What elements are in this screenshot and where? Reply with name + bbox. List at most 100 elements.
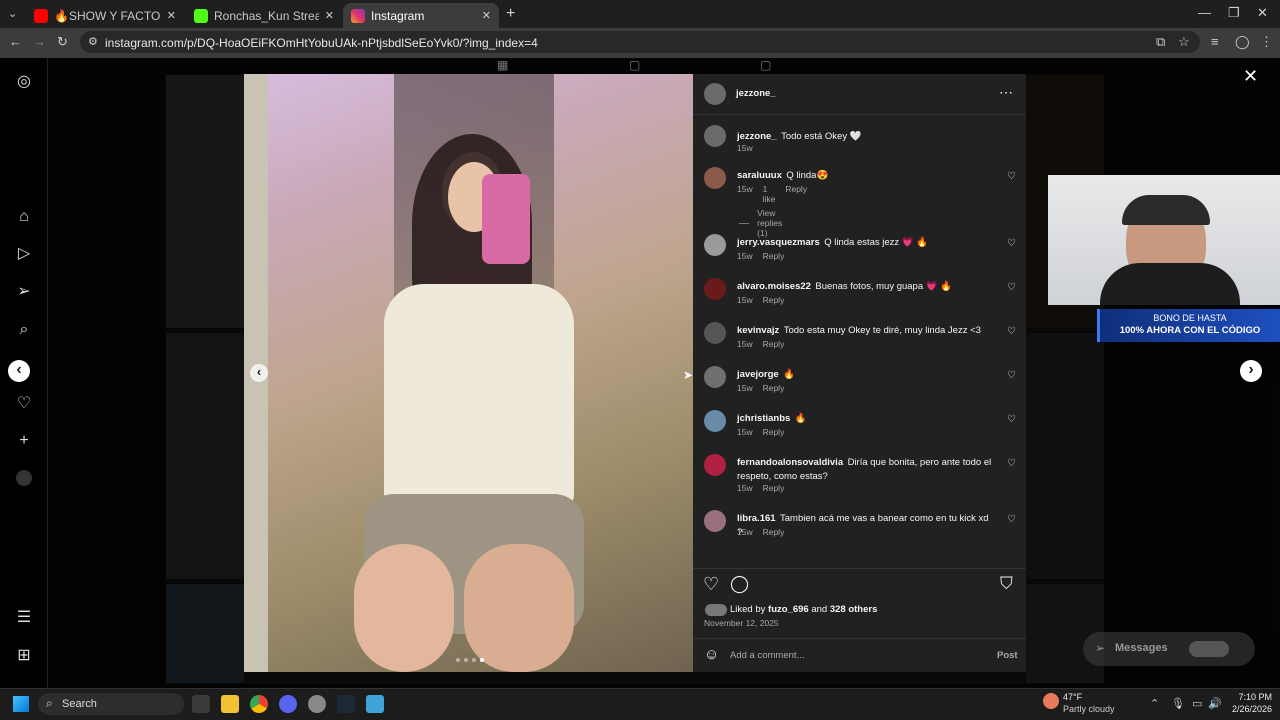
volume-icon[interactable]: 🔊 [1208, 697, 1222, 710]
next-post-button[interactable]: › [1240, 360, 1262, 382]
clock-time[interactable]: 7:10 PM [1226, 692, 1272, 702]
comment-avatar[interactable] [704, 234, 726, 256]
steam-icon[interactable] [337, 695, 355, 713]
more-menu-icon[interactable]: ☰ [14, 608, 34, 628]
author-avatar[interactable] [704, 83, 726, 105]
search-icon[interactable]: ⌕ [14, 320, 34, 340]
task-view-icon[interactable] [192, 695, 210, 713]
post-image[interactable]: ‹ [244, 74, 693, 672]
comment-icon[interactable]: ◯ [730, 574, 749, 594]
site-info-icon[interactable]: ⚙ [88, 35, 98, 48]
instagram-logo-icon[interactable]: ◎ [14, 72, 34, 92]
reload-icon[interactable]: ↻ [57, 34, 68, 50]
view-replies-button[interactable]: View replies (1) [739, 208, 790, 238]
tab-search-icon[interactable]: ⌄ [8, 7, 17, 20]
clock-date[interactable]: 2/26/2026 [1222, 704, 1272, 714]
reply-button[interactable]: Reply [763, 339, 785, 349]
minimize-icon[interactable]: — [1198, 5, 1211, 20]
reply-button[interactable]: Reply [763, 251, 785, 261]
reels-icon[interactable]: ▷ [14, 244, 34, 264]
avatar[interactable] [16, 470, 32, 486]
maximize-icon[interactable]: ❐ [1228, 5, 1240, 21]
start-icon[interactable] [13, 696, 29, 712]
bookmark-star-icon[interactable]: ☆ [1178, 34, 1190, 50]
tab-instagram[interactable]: Instagram ✕ [343, 3, 499, 28]
save-bookmark-icon[interactable]: ⛉ [1000, 574, 1013, 594]
likes-summary[interactable]: Liked by fuzo_696 and 328 others [730, 604, 877, 615]
media-controls-icon[interactable]: ≡ [1211, 34, 1219, 49]
notepad-icon[interactable] [366, 695, 384, 713]
post-button[interactable]: Post [997, 650, 1018, 661]
reply-button[interactable]: Reply [763, 295, 785, 305]
comment-username[interactable]: fernandoalonsovaldivia [737, 457, 843, 468]
comment-username[interactable]: jerry.vasquezmars [737, 237, 820, 248]
close-tab-icon[interactable]: ✕ [325, 9, 334, 22]
tray-chevron-icon[interactable]: ⌃ [1150, 697, 1159, 710]
comment-avatar[interactable] [704, 167, 726, 189]
comment-input[interactable]: Add a comment... [730, 650, 804, 661]
direct-icon[interactable]: ➢ [14, 282, 34, 302]
reply-button[interactable]: Reply [763, 427, 785, 437]
messages-button[interactable]: ➢ Messages [1083, 632, 1255, 666]
forward-icon[interactable]: → [33, 34, 46, 49]
previous-post-button[interactable]: ‹ [8, 360, 30, 382]
comment-username[interactable]: jchristianbs [737, 413, 790, 424]
menu-icon[interactable]: ⋮ [1260, 34, 1273, 50]
comment-like-heart-icon[interactable]: ♡ [1007, 514, 1016, 525]
weather-icon[interactable] [1043, 693, 1059, 709]
liked-by-others[interactable]: 328 others [830, 604, 878, 615]
meta-apps-icon[interactable]: ⊞ [14, 646, 34, 666]
comment-like-heart-icon[interactable]: ♡ [1007, 326, 1016, 337]
liked-by-user[interactable]: fuzo_696 [768, 604, 809, 615]
close-modal-icon[interactable]: ✕ [1243, 66, 1258, 87]
caption-username[interactable]: jezzone_ [737, 131, 777, 142]
comment-username[interactable]: kevinvajz [737, 325, 779, 336]
chrome-icon[interactable] [250, 695, 268, 713]
tab-kick[interactable]: Ronchas_Kun Stream - Watch L ✕ [186, 3, 342, 28]
comment-username[interactable]: libra.161 [737, 513, 776, 524]
comment-avatar[interactable] [704, 278, 726, 300]
caption-avatar[interactable] [704, 125, 726, 147]
reply-button[interactable]: Reply [763, 483, 785, 493]
comment-likes[interactable]: 1 like [763, 184, 776, 204]
comment-avatar[interactable] [704, 410, 726, 432]
comment-like-heart-icon[interactable]: ♡ [1007, 171, 1016, 182]
install-app-icon[interactable]: ⧉ [1156, 34, 1165, 50]
more-options-icon[interactable]: ⋯ [999, 84, 1013, 101]
create-icon[interactable]: + [14, 431, 34, 451]
reply-button[interactable]: Reply [763, 383, 785, 393]
network-icon[interactable]: ▭ [1192, 697, 1202, 710]
comment-avatar[interactable] [704, 510, 726, 532]
close-tab-icon[interactable]: ✕ [482, 9, 491, 22]
comment-like-heart-icon[interactable]: ♡ [1007, 458, 1016, 469]
taskbar-search[interactable]: ⌕ Search [38, 693, 184, 715]
discord-icon[interactable] [279, 695, 297, 713]
comment-like-heart-icon[interactable]: ♡ [1007, 238, 1016, 249]
comment-username[interactable]: alvaro.moises22 [737, 281, 811, 292]
weather-desc[interactable]: Partly cloudy [1063, 704, 1115, 714]
carousel-prev-button[interactable]: ‹ [250, 364, 268, 382]
tab-youtube[interactable]: 🔥SHOW Y FACTOS🔥KINGTEI ✕ [26, 3, 184, 28]
back-icon[interactable]: ← [9, 34, 22, 49]
weather-temp[interactable]: 47°F [1063, 692, 1082, 702]
new-tab-button[interactable]: + [506, 5, 515, 23]
emoji-icon[interactable]: ☺ [704, 646, 719, 663]
author-username[interactable]: jezzone_ [736, 88, 776, 99]
comment-like-heart-icon[interactable]: ♡ [1007, 370, 1016, 381]
notifications-heart-icon[interactable]: ♡ [14, 394, 34, 414]
home-icon[interactable]: ⌂ [14, 207, 34, 227]
close-tab-icon[interactable]: ✕ [167, 9, 176, 22]
comment-like-heart-icon[interactable]: ♡ [1007, 282, 1016, 293]
comment-avatar[interactable] [704, 366, 726, 388]
reply-button[interactable]: Reply [785, 184, 807, 204]
comment-username[interactable]: saraluuux [737, 170, 782, 181]
comment-like-heart-icon[interactable]: ♡ [1007, 414, 1016, 425]
reply-button[interactable]: Reply [763, 527, 785, 537]
profile-icon[interactable]: ◯ [1235, 34, 1250, 50]
close-window-icon[interactable]: ✕ [1257, 5, 1268, 21]
comment-avatar[interactable] [704, 322, 726, 344]
comment-avatar[interactable] [704, 454, 726, 476]
file-explorer-icon[interactable] [221, 695, 239, 713]
microphone-icon[interactable]: 🎙 [1171, 697, 1185, 710]
comment-username[interactable]: javejorge [737, 369, 779, 380]
